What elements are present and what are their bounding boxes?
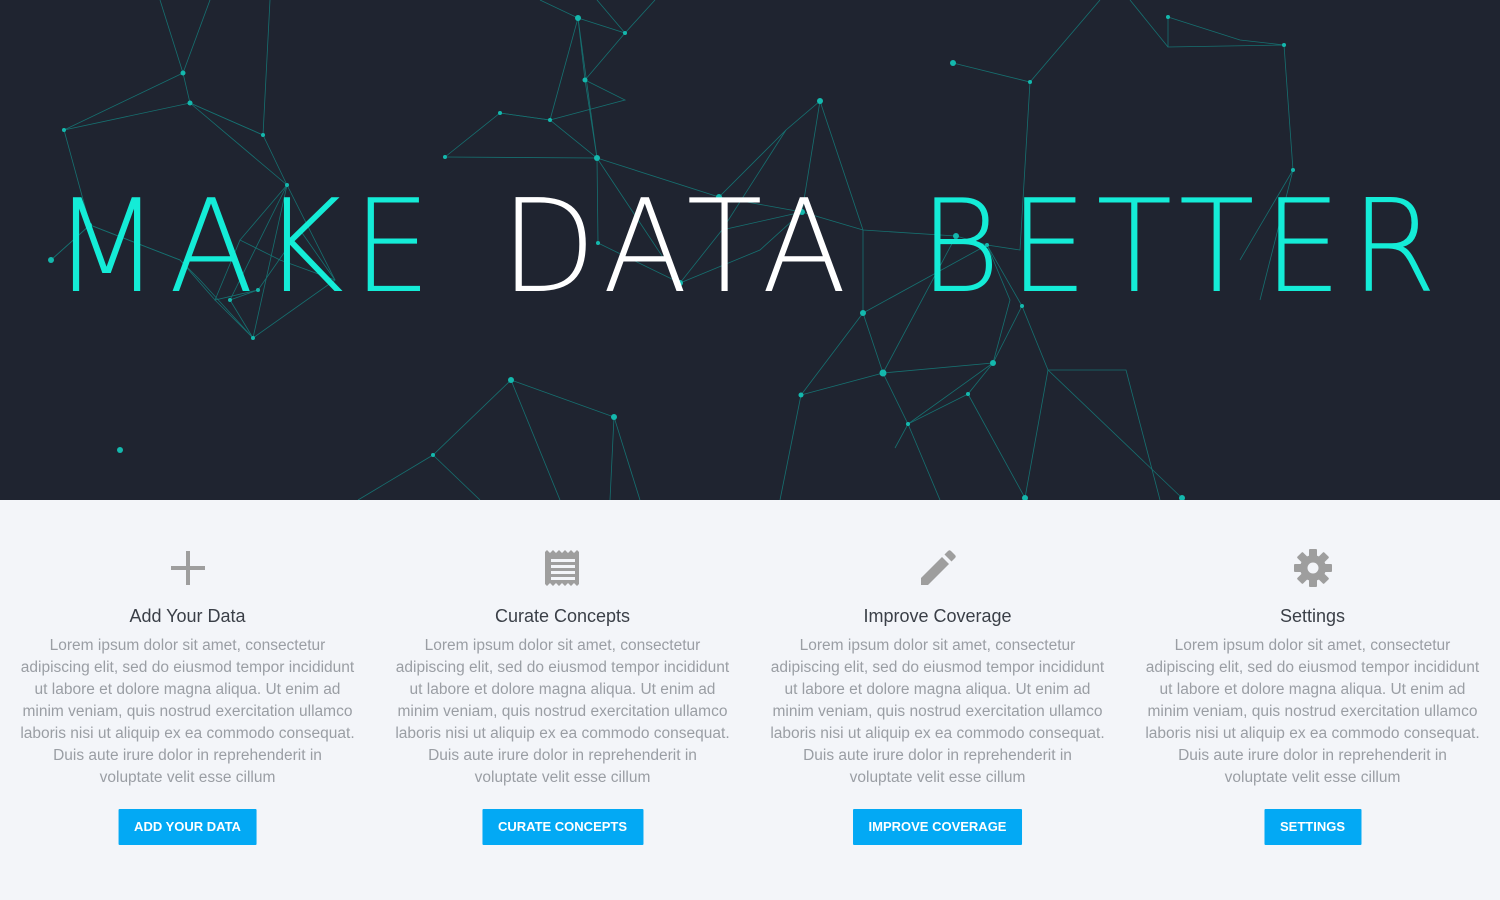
feature-card-curate-concepts: Curate Concepts Lorem ipsum dolor sit am… bbox=[375, 500, 750, 900]
feature-description: Lorem ipsum dolor sit amet, consectetur … bbox=[20, 637, 355, 786]
improve-coverage-button[interactable]: IMPROVE COVERAGE bbox=[852, 809, 1023, 845]
hero-title-word-better: BETTER bbox=[918, 173, 1446, 322]
feature-title: Improve Coverage bbox=[863, 606, 1012, 626]
feature-description: Lorem ipsum dolor sit amet, consectetur … bbox=[770, 637, 1105, 786]
feature-description: Lorem ipsum dolor sit amet, consectetur … bbox=[395, 637, 730, 786]
feature-title: Curate Concepts bbox=[494, 606, 631, 626]
hero-title-word-data: DATA bbox=[500, 173, 856, 322]
feature-title: Add Your Data bbox=[129, 606, 246, 626]
hero-banner: MAKE DATA BETTER bbox=[0, 0, 1500, 500]
feature-card-improve-coverage: Improve Coverage Lorem ipsum dolor sit a… bbox=[750, 500, 1125, 900]
plus-icon bbox=[168, 548, 208, 588]
settings-button[interactable]: SETTINGS bbox=[1263, 809, 1362, 845]
feature-description: Lorem ipsum dolor sit amet, consectetur … bbox=[1145, 637, 1480, 786]
feature-card-add-data: Add Your Data Lorem ipsum dolor sit amet… bbox=[0, 500, 375, 900]
gear-icon bbox=[1293, 548, 1333, 588]
feature-title: Settings bbox=[1279, 606, 1346, 626]
curate-concepts-button[interactable]: CURATE CONCEPTS bbox=[481, 809, 644, 845]
receipt-icon bbox=[543, 548, 583, 588]
pencil-icon bbox=[918, 548, 958, 588]
feature-card-settings: Settings Lorem ipsum dolor sit amet, con… bbox=[1125, 500, 1500, 900]
hero-title-word-make: MAKE bbox=[52, 173, 440, 322]
hero-title: MAKE DATA BETTER bbox=[0, 178, 1500, 318]
add-your-data-button[interactable]: ADD YOUR DATA bbox=[118, 809, 257, 845]
features-section: Add Your Data Lorem ipsum dolor sit amet… bbox=[0, 500, 1500, 900]
